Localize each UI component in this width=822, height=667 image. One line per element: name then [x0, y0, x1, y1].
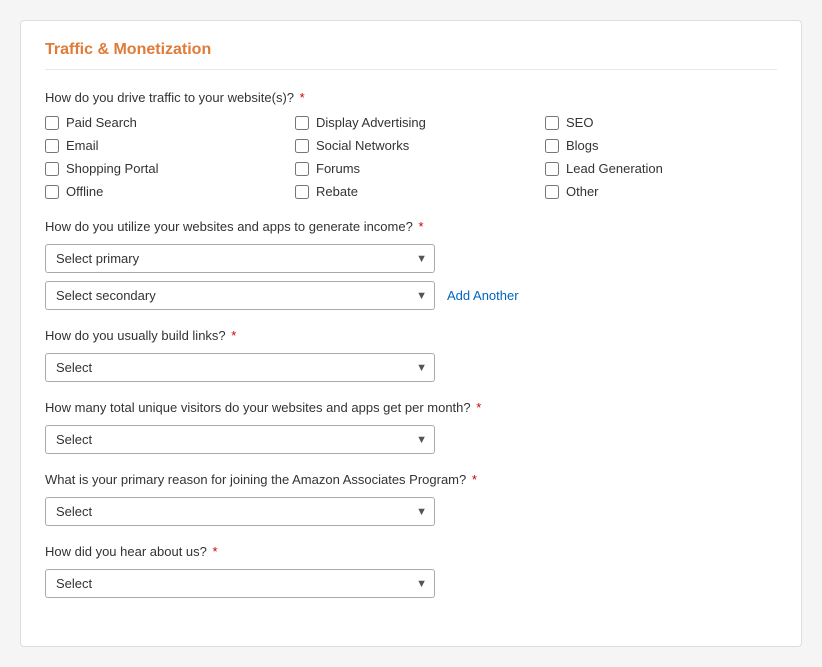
traffic-monetization-card: Traffic & Monetization How do you drive …	[20, 20, 802, 647]
checkbox-input-seo[interactable]	[545, 116, 559, 130]
checkbox-shopping-portal[interactable]: Shopping Portal	[45, 161, 285, 176]
links-select[interactable]: Select	[45, 353, 435, 382]
checkbox-paid-search[interactable]: Paid Search	[45, 115, 285, 130]
checkbox-input-blogs[interactable]	[545, 139, 559, 153]
build-links-section: How do you usually build links? * Select…	[45, 328, 777, 382]
hear-select-wrapper: Select ▼	[45, 569, 435, 598]
checkbox-input-paid-search[interactable]	[45, 116, 59, 130]
reason-question-label: What is your primary reason for joining …	[45, 472, 777, 487]
secondary-select[interactable]: Select secondary	[45, 281, 435, 310]
visitors-question-label: How many total unique visitors do your w…	[45, 400, 777, 415]
checkbox-lead-generation[interactable]: Lead Generation	[545, 161, 745, 176]
checkbox-forums[interactable]: Forums	[295, 161, 535, 176]
checkbox-input-social-networks[interactable]	[295, 139, 309, 153]
primary-select[interactable]: Select primary	[45, 244, 435, 273]
checkbox-input-email[interactable]	[45, 139, 59, 153]
required-star-hear: *	[209, 544, 218, 559]
required-star-income: *	[415, 219, 424, 234]
secondary-row: Select secondary ▼ Add Another	[45, 281, 777, 310]
checkbox-input-shopping-portal[interactable]	[45, 162, 59, 176]
required-star-visitors: *	[473, 400, 482, 415]
checkbox-social-networks[interactable]: Social Networks	[295, 138, 535, 153]
visitors-select-wrapper: Select ▼	[45, 425, 435, 454]
checkbox-input-lead-generation[interactable]	[545, 162, 559, 176]
checkbox-seo[interactable]: SEO	[545, 115, 745, 130]
checkbox-other[interactable]: Other	[545, 184, 745, 199]
hear-select[interactable]: Select	[45, 569, 435, 598]
traffic-question-label: How do you drive traffic to your website…	[45, 90, 777, 105]
checkbox-input-rebate[interactable]	[295, 185, 309, 199]
reason-section: What is your primary reason for joining …	[45, 472, 777, 526]
links-question-label: How do you usually build links? *	[45, 328, 777, 343]
visitors-select[interactable]: Select	[45, 425, 435, 454]
checkbox-offline[interactable]: Offline	[45, 184, 285, 199]
section-title: Traffic & Monetization	[45, 41, 777, 70]
required-star-reason: *	[468, 472, 477, 487]
checkbox-grid: Paid Search Display Advertising SEO Emai…	[45, 115, 777, 199]
traffic-section: How do you drive traffic to your website…	[45, 90, 777, 199]
income-dropdowns-row: Select primary ▼	[45, 244, 777, 273]
secondary-select-wrapper: Select secondary ▼	[45, 281, 435, 310]
checkbox-blogs[interactable]: Blogs	[545, 138, 745, 153]
reason-select[interactable]: Select	[45, 497, 435, 526]
checkbox-display-advertising[interactable]: Display Advertising	[295, 115, 535, 130]
primary-select-wrapper: Select primary ▼	[45, 244, 435, 273]
income-question-label: How do you utilize your websites and app…	[45, 219, 777, 234]
reason-select-wrapper: Select ▼	[45, 497, 435, 526]
required-star-links: *	[228, 328, 237, 343]
visitors-section: How many total unique visitors do your w…	[45, 400, 777, 454]
checkbox-email[interactable]: Email	[45, 138, 285, 153]
checkbox-rebate[interactable]: Rebate	[295, 184, 535, 199]
links-select-wrapper: Select ▼	[45, 353, 435, 382]
checkbox-input-forums[interactable]	[295, 162, 309, 176]
add-another-link[interactable]: Add Another	[447, 288, 519, 303]
checkbox-input-other[interactable]	[545, 185, 559, 199]
income-section: How do you utilize your websites and app…	[45, 219, 777, 310]
required-star-traffic: *	[296, 90, 305, 105]
checkbox-input-offline[interactable]	[45, 185, 59, 199]
checkbox-input-display-advertising[interactable]	[295, 116, 309, 130]
hear-question-label: How did you hear about us? *	[45, 544, 777, 559]
hear-section: How did you hear about us? * Select ▼	[45, 544, 777, 598]
